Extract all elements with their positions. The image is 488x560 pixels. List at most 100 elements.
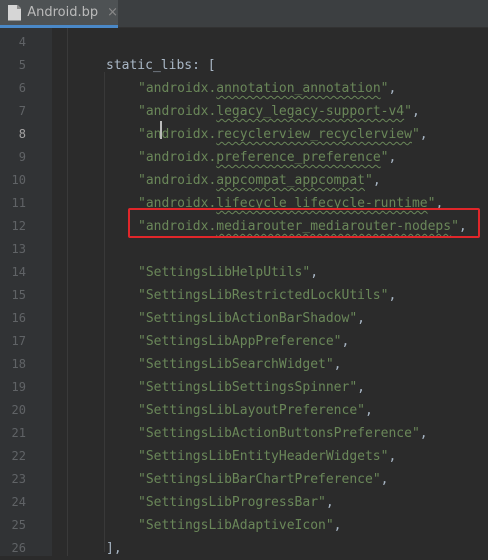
string-value: SettingsLibActionButtonsPreference [145, 426, 412, 441]
string-value: SettingsLibActionBarShadow [145, 311, 350, 326]
quote-open: " [138, 311, 146, 326]
line-number: 19 [11, 380, 26, 394]
line-number: 21 [11, 426, 26, 440]
string-literal: "SettingsLibAdaptiveIcon", [138, 514, 342, 537]
string-value: SettingsLibRestrictedLockUtils [145, 288, 381, 303]
line-number: 26 [11, 541, 26, 555]
comma: , [372, 173, 381, 188]
comma: , [388, 288, 397, 303]
comma: , [380, 472, 389, 487]
highlight-box-mediarouter [128, 208, 480, 238]
string-literal: "SettingsLibLayoutPreference", [138, 399, 373, 422]
comma: , [357, 311, 365, 326]
code-line: 15 "SettingsLibRestrictedLockUtils", [0, 284, 488, 307]
code-line: 13 [0, 238, 488, 261]
line-number: 18 [11, 357, 26, 371]
code-line: 21 "SettingsLibActionButtonsPreference", [0, 422, 488, 445]
quote-open: " [138, 127, 146, 142]
comma: , [419, 426, 428, 441]
line-number: 13 [11, 242, 26, 256]
code-editor[interactable]: 4 5 static_libs: [ 6 "androidx.annotation_an… [0, 28, 488, 556]
string-literal: "SettingsLibActionBarShadow", [138, 307, 365, 330]
comma: , [388, 449, 397, 464]
quote-close: " [325, 357, 334, 372]
code-line: 7 "androidx.legacy_legacy-support-v4", [0, 100, 488, 123]
string-value: SettingsLibSearchWidget [145, 357, 326, 372]
editor-tab-bar: Android.bp × [0, 0, 488, 28]
string-value: androidx.appcompat_appcompat [145, 173, 365, 188]
line-number: 11 [11, 196, 26, 210]
string-value: androidx.preference_preference [145, 150, 381, 165]
quote-open: " [138, 334, 146, 349]
string-literal: "SettingsLibSearchWidget", [138, 353, 342, 376]
string-value: SettingsLibHelpUtils [145, 265, 303, 280]
string-value: SettingsLibProgressBar [145, 495, 319, 510]
comma: , [310, 265, 319, 280]
comma: , [357, 380, 365, 395]
comma: , [333, 518, 342, 533]
string-literal: "SettingsLibEntityHeaderWidgets", [138, 445, 396, 468]
line-number: 6 [18, 81, 26, 95]
code-line: 10 "androidx.appcompat_appcompat", [0, 169, 488, 192]
line-number: 4 [18, 35, 26, 49]
line-number: 8 [18, 127, 26, 141]
line-number: 25 [11, 518, 26, 532]
string-value: SettingsLibBarChartPreference [145, 472, 373, 487]
line-number: 24 [11, 495, 26, 509]
line-number: 9 [18, 150, 26, 164]
quote-open: " [138, 288, 146, 303]
comma: , [411, 104, 420, 119]
file-icon [8, 4, 22, 21]
comma: , [333, 357, 342, 372]
code-line: 18 "SettingsLibSearchWidget", [0, 353, 488, 376]
comma: , [388, 81, 397, 96]
code-line: 23 "SettingsLibBarChartPreference", [0, 468, 488, 491]
code-line: 20 "SettingsLibLayoutPreference", [0, 399, 488, 422]
quote-open: " [138, 173, 146, 188]
comma: , [388, 150, 397, 165]
code-line: 25 "SettingsLibAdaptiveIcon", [0, 514, 488, 537]
comma: , [325, 495, 334, 510]
quote-open: " [138, 265, 146, 280]
code-line: 8 "androidx.recyclerview_recyclerview", [0, 123, 488, 146]
code-line: 24 "SettingsLibProgressBar", [0, 491, 488, 514]
string-literal: "SettingsLibAppPreference", [138, 330, 349, 353]
string-value: androidx.legacy_legacy-support-v4 [145, 104, 405, 119]
string-literal: "SettingsLibHelpUtils", [138, 261, 318, 284]
string-value: SettingsLibEntityHeaderWidgets [145, 449, 381, 464]
code-text: static_libs: [ [106, 54, 216, 77]
line-number: 14 [11, 265, 26, 279]
quote-close: " [349, 380, 358, 395]
line-number: 20 [11, 403, 26, 417]
quote-close: " [349, 311, 358, 326]
close-icon[interactable]: × [107, 5, 118, 20]
code-line: 22 "SettingsLibEntityHeaderWidgets", [0, 445, 488, 468]
comma: , [419, 127, 428, 142]
string-literal: "SettingsLibActionButtonsPreference", [138, 422, 428, 445]
line-number: 15 [11, 288, 26, 302]
tab-android-bp[interactable]: Android.bp × [0, 0, 118, 28]
string-literal: "SettingsLibBarChartPreference", [138, 468, 388, 491]
code-line: 14 "SettingsLibHelpUtils", [0, 261, 488, 284]
line-number: 22 [11, 449, 26, 463]
line-number: 17 [11, 334, 26, 348]
string-value: SettingsLibAppPreference [145, 334, 334, 349]
code-line: 16 "SettingsLibActionBarShadow", [0, 307, 488, 330]
string-literal: "SettingsLibRestrictedLockUtils", [138, 284, 396, 307]
code-line: 26], [0, 537, 488, 560]
line-number: 10 [11, 173, 26, 187]
string-literal: "SettingsLibProgressBar", [138, 491, 334, 514]
quote-open: " [138, 472, 146, 487]
quote-close: " [404, 104, 412, 119]
tab-label: Android.bp [27, 5, 99, 20]
line-number: 23 [11, 472, 26, 486]
string-literal: "androidx.annotation_annotation", [138, 77, 396, 100]
code-line: 5 static_libs: [ [0, 54, 488, 77]
quote-close: " [318, 495, 326, 510]
quote-close: " [357, 403, 365, 418]
string-literal: "androidx.preference_preference", [138, 146, 396, 169]
code-line: 6 "androidx.annotation_annotation", [0, 77, 488, 100]
code-token: ], [106, 541, 122, 556]
quote-open: " [138, 426, 146, 441]
code-line: 17 "SettingsLibAppPreference", [0, 330, 488, 353]
